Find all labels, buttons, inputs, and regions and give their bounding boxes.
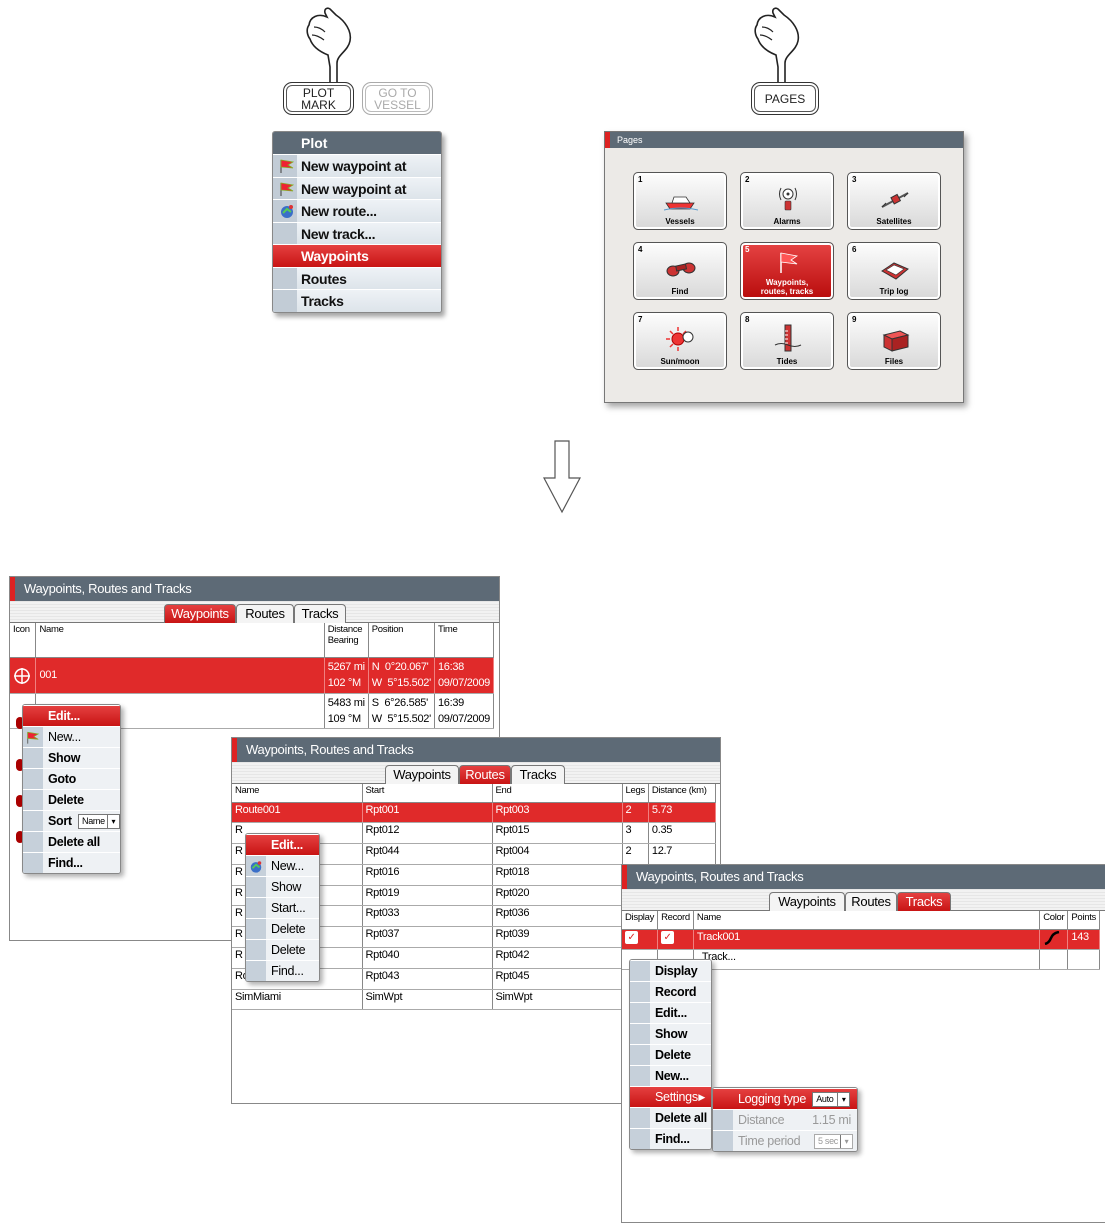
tile-trip-log[interactable]: 6 Trip log: [847, 242, 941, 300]
menu-goto[interactable]: Goto: [23, 768, 120, 789]
table-row[interactable]: Route001 Rpt001 Rpt003 2 5.73: [232, 802, 717, 824]
pages-label: PAGES: [764, 91, 806, 106]
tab-tracks[interactable]: Tracks: [511, 765, 565, 784]
menu-find[interactable]: Find...: [246, 960, 319, 981]
menu-find[interactable]: Find...: [630, 1128, 711, 1149]
plot-mark-button[interactable]: PLOT MARK: [283, 82, 354, 115]
plot-mark-label: PLOT MARK: [301, 85, 336, 112]
file-box-icon: [882, 330, 910, 352]
track-settings-submenu: Logging type Auto Distance 1.15 mi Time …: [712, 1087, 858, 1152]
menu-delete[interactable]: Delete: [246, 918, 319, 939]
tab-routes[interactable]: Routes: [845, 892, 897, 911]
tab-bar: Waypoints Routes Tracks: [622, 889, 1105, 911]
waypoint-flag-icon: [780, 252, 799, 273]
logging-type-select[interactable]: Auto: [812, 1092, 851, 1108]
tab-bar: Waypoints Routes Tracks: [232, 762, 720, 784]
menu-new-route[interactable]: New route...: [273, 199, 441, 222]
window-title: Waypoints, Routes and Tracks: [232, 738, 720, 762]
alarm-icon: [779, 187, 797, 211]
waypoint-context-menu: Edit... New... Show Goto Delete Sort Nam…: [22, 704, 121, 874]
tab-waypoints[interactable]: Waypoints: [769, 892, 845, 911]
chevron-right-icon: ▶: [698, 1092, 705, 1102]
menu-routes[interactable]: Routes: [273, 266, 441, 289]
menu-settings[interactable]: Settings ▶: [630, 1086, 711, 1107]
waypoint-flag-icon: [27, 731, 40, 744]
menu-show[interactable]: Show: [23, 747, 120, 768]
satellite-icon: [881, 192, 909, 208]
tile-vessels[interactable]: 1 Vessels: [633, 172, 727, 230]
binoculars-icon: [666, 262, 696, 277]
time-period-row: Time period 5 sec: [713, 1130, 857, 1151]
menu-new[interactable]: New...: [246, 855, 319, 876]
record-checkbox[interactable]: ✓: [661, 930, 675, 944]
tile-satellites[interactable]: 3 Satellites: [847, 172, 941, 230]
tide-gauge-icon: [774, 324, 802, 352]
menu-edit[interactable]: Edit...: [23, 705, 120, 726]
menu-waypoints[interactable]: Waypoints: [273, 244, 441, 267]
menu-new-waypoint-vessel[interactable]: New waypoint at vessel...: [273, 176, 441, 219]
plot-menu-title: Plot: [273, 132, 441, 154]
table-row[interactable]: 001 5267 mi 102 °M N 0°20.067' W 5°15.502'…: [10, 657, 495, 694]
menu-delete-all[interactable]: Delete all: [246, 939, 319, 978]
menu-delete[interactable]: Delete: [23, 789, 120, 810]
tab-tracks[interactable]: Tracks: [294, 604, 346, 623]
menu-edit[interactable]: Edit...: [630, 1002, 711, 1023]
menu-record[interactable]: Record✓: [630, 981, 711, 1021]
tile-waypoints-routes-tracks[interactable]: 5 Waypoints, routes, tracks: [740, 242, 834, 300]
track-color-swatch-icon: [1044, 930, 1060, 945]
window-title: Waypoints, Routes and Tracks: [10, 577, 499, 601]
menu-show[interactable]: Show: [246, 876, 319, 897]
waypoint-flag-icon: [280, 182, 295, 196]
tile-find[interactable]: 4 Find: [633, 242, 727, 300]
menu-tracks[interactable]: Tracks: [273, 289, 441, 312]
route-icon: [281, 205, 293, 218]
go-to-vessel-button[interactable]: GO TO VESSEL: [362, 82, 433, 115]
menu-delete-all[interactable]: Delete all: [630, 1107, 711, 1128]
down-arrow-icon: [543, 440, 581, 514]
menu-find[interactable]: Find...: [23, 852, 120, 873]
tab-waypoints[interactable]: Waypoints: [385, 765, 459, 784]
menu-new[interactable]: New...: [23, 726, 120, 747]
logbook-icon: [881, 262, 909, 280]
tile-sun-moon[interactable]: 7 Sun/moon: [633, 312, 727, 370]
waypoint-crosshair-icon: [14, 667, 30, 684]
tile-alarms[interactable]: 2 Alarms: [740, 172, 834, 230]
menu-edit[interactable]: Edit...: [246, 834, 319, 855]
menu-delete[interactable]: Delete: [630, 1044, 711, 1065]
waypoint-flag-icon: [280, 159, 295, 173]
menu-delete-all[interactable]: Delete all: [23, 831, 120, 852]
menu-new[interactable]: New...: [630, 1065, 711, 1086]
distance-row: Distance 1.15 mi: [713, 1109, 857, 1130]
sort-select[interactable]: Name: [78, 814, 120, 830]
menu-start[interactable]: Start...: [246, 897, 319, 918]
menu-sort[interactable]: Sort Name: [23, 810, 120, 831]
plot-menu: Plot New waypoint at cursor... New waypo…: [272, 131, 442, 313]
menu-new-track[interactable]: New track...: [273, 221, 441, 244]
track-context-menu: Display✓ Record✓ Edit... Show Delete New…: [629, 959, 712, 1150]
display-checkbox[interactable]: ✓: [625, 930, 638, 944]
logging-type-row[interactable]: Logging type Auto: [713, 1088, 857, 1109]
pages-button[interactable]: PAGES: [751, 82, 819, 115]
tab-routes[interactable]: Routes: [459, 765, 511, 784]
tab-bar: Waypoints Routes Tracks: [10, 601, 499, 623]
vessel-icon: [664, 196, 698, 211]
menu-new-waypoint-cursor[interactable]: New waypoint at cursor...: [273, 154, 441, 196]
window-title: Waypoints, Routes and Tracks: [622, 865, 1105, 889]
table-row[interactable]: ✓ ✓ Track001 143: [622, 929, 1100, 950]
sun-moon-icon: [666, 327, 694, 351]
go-to-vessel-label: GO TO VESSEL: [374, 85, 421, 112]
route-icon: [250, 861, 262, 873]
pages-panel-title: Pages: [605, 132, 963, 148]
menu-show[interactable]: Show: [630, 1023, 711, 1044]
tile-tides[interactable]: 8 Tides: [740, 312, 834, 370]
tab-routes[interactable]: Routes: [236, 604, 294, 623]
tile-files[interactable]: 9 Files: [847, 312, 941, 370]
time-period-select: 5 sec: [813, 1134, 853, 1149]
route-context-menu: Edit... New... Show Start... Delete Dele…: [245, 833, 320, 982]
tab-waypoints[interactable]: Waypoints: [164, 604, 236, 623]
tab-tracks[interactable]: Tracks: [897, 892, 951, 911]
pages-panel: Pages 1 Vessels 2 Alarms 3 Satellites 4 …: [604, 131, 964, 403]
menu-display[interactable]: Display✓: [630, 960, 711, 1000]
